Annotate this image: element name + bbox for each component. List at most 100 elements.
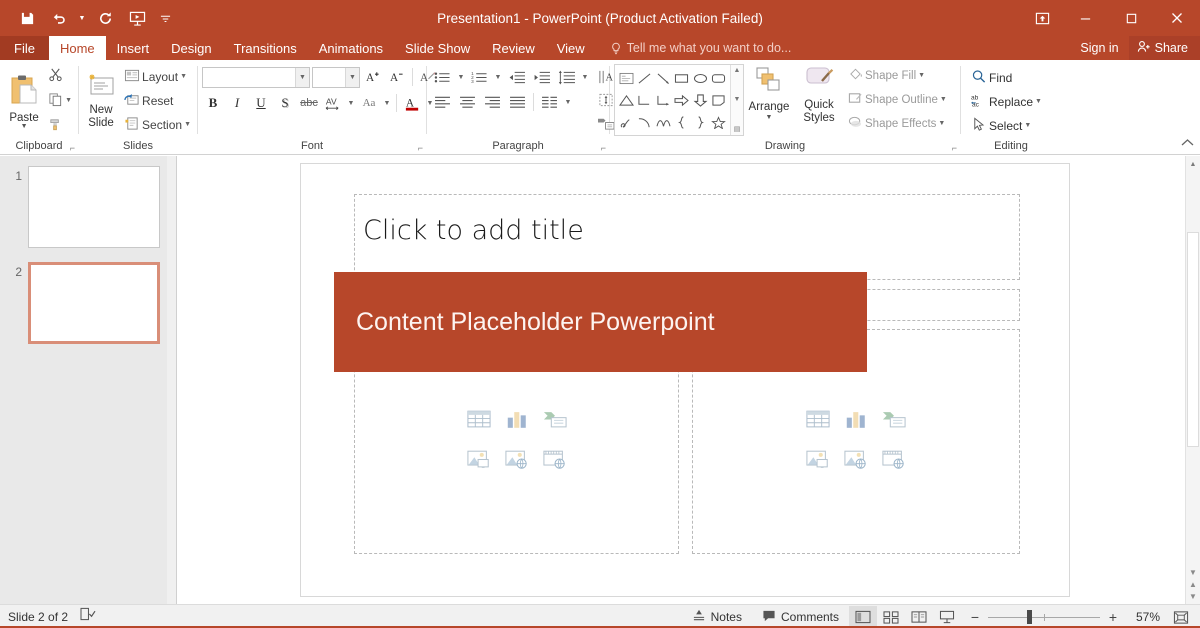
canvas-scrollbar[interactable]: ▲ ▼ ▲ ▼: [1185, 156, 1200, 604]
numbering-button[interactable]: 123: [468, 66, 491, 88]
line-spacing-button[interactable]: [555, 66, 578, 88]
insert-table-icon[interactable]: [466, 409, 491, 435]
shape-left-brace[interactable]: [673, 111, 692, 133]
fit-to-window-button[interactable]: [1168, 606, 1194, 628]
numbering-dropdown-icon[interactable]: ▼: [493, 66, 503, 88]
shape-outline-dropdown-icon[interactable]: ▼: [940, 96, 947, 103]
shape-fill-button[interactable]: Shape Fill ▼: [846, 64, 949, 87]
bullets-dropdown-icon[interactable]: ▼: [456, 66, 466, 88]
gallery-more-icon[interactable]: ▤: [734, 125, 741, 133]
shape-text-box[interactable]: [617, 67, 636, 89]
insert-smartart-icon[interactable]: [882, 409, 906, 435]
thumbnail-item-1[interactable]: 1: [0, 166, 176, 262]
undo-dropdown-icon[interactable]: ▼: [76, 4, 88, 32]
thumbnail-scrollbar[interactable]: [167, 156, 176, 604]
insert-video-icon[interactable]: [542, 449, 567, 475]
insert-online-picture-icon[interactable]: [844, 449, 868, 475]
justify-button[interactable]: [506, 91, 529, 113]
character-spacing-dropdown-icon[interactable]: ▼: [346, 92, 356, 114]
insert-table-icon[interactable]: [806, 409, 830, 435]
layout-dropdown-icon[interactable]: ▼: [180, 73, 187, 80]
shape-flowchart[interactable]: [710, 89, 729, 111]
section-button[interactable]: Section ▼: [122, 113, 193, 136]
paragraph-dialog-launcher[interactable]: ⌐: [595, 142, 606, 153]
content-banner-shape[interactable]: Content Placeholder Powerpoint: [334, 272, 867, 372]
arrange-button[interactable]: Arrange ▼: [744, 64, 794, 121]
bold-button[interactable]: B: [202, 92, 224, 114]
thumbnail-preview[interactable]: [28, 166, 160, 248]
character-spacing-button[interactable]: AV: [322, 92, 344, 114]
shape-star[interactable]: [710, 111, 729, 133]
shape-effects-button[interactable]: Shape Effects ▼: [846, 112, 949, 135]
tab-animations[interactable]: Animations: [308, 36, 394, 60]
shape-triangle[interactable]: [617, 89, 636, 111]
thumbnail-item-2[interactable]: 2: [0, 262, 176, 358]
tab-design[interactable]: Design: [160, 36, 222, 60]
underline-button[interactable]: U: [250, 92, 272, 114]
text-shadow-button[interactable]: S: [274, 92, 296, 114]
paste-button[interactable]: Paste ▼: [4, 72, 44, 130]
layout-button[interactable]: Layout ▼: [122, 65, 193, 88]
accessibility-checker-icon[interactable]: [80, 607, 96, 626]
shape-outline-button[interactable]: Shape Outline ▼: [846, 88, 949, 111]
section-dropdown-icon[interactable]: ▼: [184, 121, 191, 128]
shape-fill-dropdown-icon[interactable]: ▼: [918, 72, 925, 79]
close-icon[interactable]: [1154, 0, 1200, 36]
change-case-dropdown-icon[interactable]: ▼: [382, 92, 392, 114]
insert-picture-icon[interactable]: [466, 449, 491, 475]
strikethrough-button[interactable]: abc: [298, 92, 320, 114]
previous-slide-icon[interactable]: ▲: [1189, 580, 1197, 589]
cut-button[interactable]: [46, 65, 74, 87]
save-icon[interactable]: [12, 4, 42, 32]
tab-transitions[interactable]: Transitions: [223, 36, 308, 60]
select-dropdown-icon[interactable]: ▼: [1024, 122, 1031, 129]
insert-smartart-icon[interactable]: [543, 409, 567, 435]
scroll-up-icon[interactable]: ▲: [1186, 156, 1200, 172]
paste-dropdown-icon[interactable]: ▼: [21, 123, 28, 130]
copy-dropdown-icon[interactable]: ▼: [65, 97, 72, 104]
customize-qat-icon[interactable]: [154, 4, 176, 32]
shape-right-arrow[interactable]: [673, 89, 692, 111]
comments-button[interactable]: Comments: [752, 605, 849, 628]
arrange-dropdown-icon[interactable]: ▼: [766, 114, 773, 121]
align-right-button[interactable]: [481, 91, 504, 113]
shape-effects-dropdown-icon[interactable]: ▼: [938, 120, 945, 127]
tell-me-search[interactable]: Tell me what you want to do...: [610, 36, 791, 60]
restore-icon[interactable]: [1108, 0, 1154, 36]
zoom-in-button[interactable]: +: [1107, 609, 1119, 625]
shape-down-arrow[interactable]: [691, 89, 710, 111]
shape-rectangle[interactable]: [673, 67, 692, 89]
font-color-button[interactable]: A: [401, 92, 423, 114]
redo-icon[interactable]: [90, 4, 120, 32]
shape-right-brace[interactable]: [691, 111, 710, 133]
line-spacing-dropdown-icon[interactable]: ▼: [580, 66, 590, 88]
increase-indent-button[interactable]: [530, 66, 553, 88]
font-name-combo[interactable]: ▼: [202, 66, 310, 88]
decrease-font-size-button[interactable]: A: [386, 66, 408, 88]
replace-dropdown-icon[interactable]: ▼: [1035, 98, 1042, 105]
shape-elbow-arrow-connector[interactable]: [654, 89, 673, 111]
shape-curve[interactable]: [654, 111, 673, 133]
minimize-icon[interactable]: [1062, 0, 1108, 36]
tab-home[interactable]: Home: [48, 36, 106, 60]
change-case-button[interactable]: Aa: [358, 92, 380, 114]
slide-canvas[interactable]: Click to add title Content Placeholder P…: [300, 163, 1070, 597]
scrollbar-track[interactable]: [1186, 172, 1200, 568]
font-dialog-launcher[interactable]: ⌐: [412, 142, 423, 153]
slide-show-view-button[interactable]: [933, 606, 961, 628]
drawing-dialog-launcher[interactable]: ⌐: [946, 142, 957, 153]
shape-arc[interactable]: [636, 111, 655, 133]
undo-icon[interactable]: [44, 4, 74, 32]
bullets-button[interactable]: [431, 66, 454, 88]
replace-button[interactable]: ab ac Replace ▼: [969, 90, 1044, 113]
font-size-combo[interactable]: ▼: [312, 66, 360, 88]
copy-button[interactable]: ▼: [46, 90, 74, 112]
select-button[interactable]: Select ▼: [969, 114, 1044, 137]
decrease-indent-button[interactable]: [505, 66, 528, 88]
insert-picture-icon[interactable]: [806, 449, 830, 475]
insert-chart-icon[interactable]: [505, 409, 529, 435]
quick-styles-button[interactable]: Quick Styles: [794, 64, 844, 125]
new-slide-button[interactable]: New Slide: [83, 71, 119, 130]
reading-view-button[interactable]: [905, 606, 933, 628]
scrollbar-thumb[interactable]: [1187, 232, 1199, 447]
